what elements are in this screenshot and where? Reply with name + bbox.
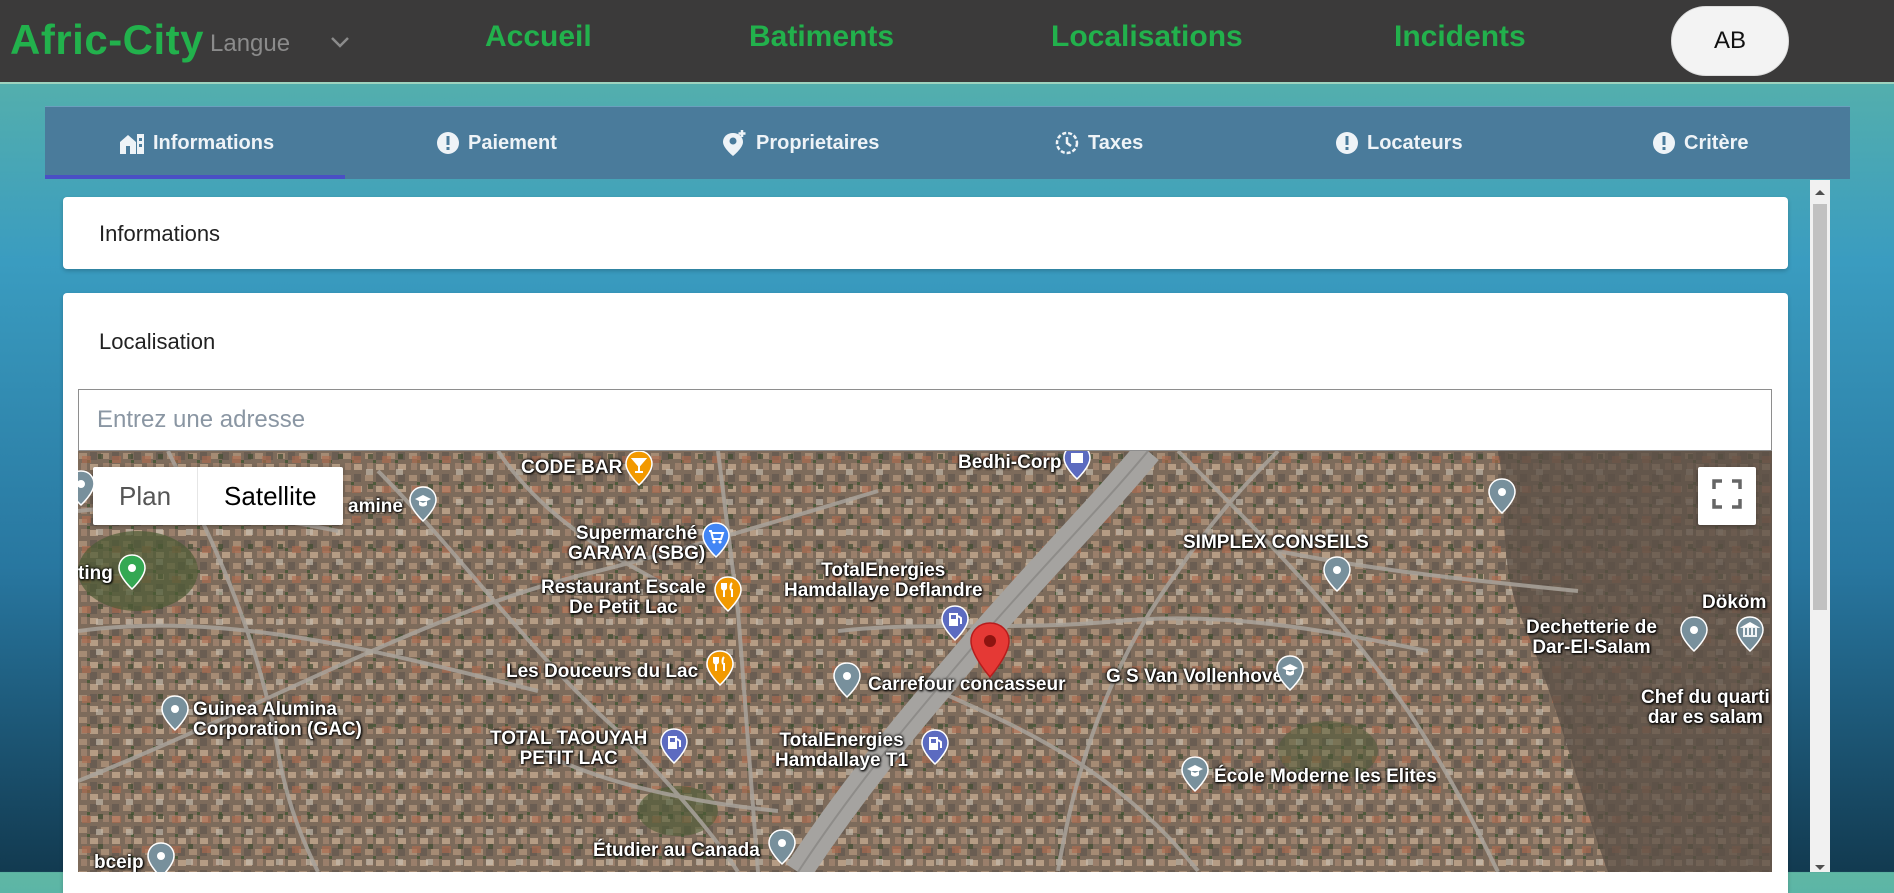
poi-label[interactable]: Supermarché GARAYA (SBG) <box>568 524 705 564</box>
alert-circle-icon <box>436 131 460 155</box>
place-icon[interactable] <box>1487 477 1517 522</box>
tab-paiement[interactable]: Paiement <box>436 107 557 179</box>
tab-label: Proprietaires <box>756 131 880 154</box>
person-pin-icon <box>722 129 748 157</box>
school-icon[interactable] <box>1275 654 1305 699</box>
school-icon[interactable] <box>1180 755 1210 800</box>
scrollbar-thumb[interactable] <box>1813 204 1827 610</box>
poi-label[interactable]: TOTAL TAOUYAH PETIT LAC <box>490 729 647 769</box>
tab-label: Paiement <box>468 131 557 154</box>
poi-label[interactable]: Chef du quarti dar es salam <box>1641 688 1770 728</box>
address-search-input[interactable] <box>78 389 1772 451</box>
poi-label[interactable]: École Moderne les Elites <box>1214 767 1437 787</box>
fullscreen-icon <box>1712 478 1742 514</box>
poi-label[interactable]: bceip <box>94 853 144 873</box>
scroll-up-arrow-icon[interactable] <box>1813 184 1827 202</box>
chevron-down-icon[interactable] <box>328 30 352 59</box>
tab-critere[interactable]: Critère <box>1652 107 1748 179</box>
place-icon[interactable] <box>160 694 190 739</box>
poi-label[interactable]: G S Van Vollenhoven <box>1106 667 1295 687</box>
brand-logo[interactable]: Afric-City <box>10 16 204 64</box>
shopping-bag-icon[interactable] <box>1062 451 1092 488</box>
gas-station-icon[interactable] <box>659 727 689 772</box>
satellite-map[interactable]: Plan Satellite CODE BAR Bedhi-Corp amine… <box>78 451 1772 872</box>
park-icon[interactable] <box>117 553 147 598</box>
localisation-title: Localisation <box>99 329 216 354</box>
language-select-label[interactable]: Langue <box>210 30 290 58</box>
restaurant-icon[interactable] <box>705 649 735 694</box>
poi-label[interactable]: Étudier au Canada <box>593 841 760 861</box>
bar-icon[interactable] <box>624 451 654 494</box>
top-navbar: Afric-City Langue Accueil Batiments Loca… <box>0 0 1894 84</box>
active-tab-indicator <box>45 175 345 179</box>
poi-label[interactable]: Carrefour concasseur <box>868 675 1065 695</box>
tab-label: Informations <box>153 131 275 154</box>
clock-history-icon <box>1054 130 1080 156</box>
alert-circle-icon <box>1335 131 1359 155</box>
place-icon[interactable] <box>1322 555 1352 600</box>
tab-proprietaires[interactable]: Proprietaires <box>722 107 879 179</box>
school-icon[interactable] <box>408 485 438 530</box>
alert-circle-icon <box>1652 131 1676 155</box>
tab-bar: Informations Paiement Proprietaires Taxe… <box>45 106 1850 179</box>
nav-incidents[interactable]: Incidents <box>1394 20 1526 54</box>
gas-station-icon[interactable] <box>920 728 950 773</box>
user-avatar[interactable]: AB <box>1671 6 1789 76</box>
poi-label[interactable]: Restaurant Escale De Petit Lac <box>541 578 706 618</box>
nav-batiments[interactable]: Batiments <box>749 20 894 54</box>
poi-label[interactable]: amine <box>348 497 403 517</box>
restaurant-icon[interactable] <box>713 575 743 620</box>
location-marker-icon[interactable] <box>969 621 1011 684</box>
building-icon <box>119 131 145 155</box>
poi-label[interactable]: SIMPLEX CONSEILS <box>1183 533 1369 553</box>
map-type-control: Plan Satellite <box>93 467 343 525</box>
tab-label: Taxes <box>1088 131 1144 154</box>
poi-label[interactable]: ting <box>78 564 113 584</box>
place-icon[interactable] <box>78 469 96 514</box>
map-type-satellite-button[interactable]: Satellite <box>197 467 343 525</box>
place-icon[interactable] <box>146 841 176 872</box>
nav-accueil[interactable]: Accueil <box>485 20 592 54</box>
poi-label[interactable]: Les Douceurs du Lac <box>506 662 698 682</box>
tab-label: Critère <box>1684 131 1749 154</box>
tab-locateurs[interactable]: Locateurs <box>1335 107 1463 179</box>
cart-icon[interactable] <box>701 521 731 566</box>
place-icon[interactable] <box>832 661 862 706</box>
poi-label[interactable]: Bedhi-Corp <box>958 453 1061 473</box>
map-type-plan-button[interactable]: Plan <box>93 467 197 525</box>
informations-card: Informations <box>63 197 1788 269</box>
poi-label[interactable]: TotalEnergies Hamdallaye Deflandre <box>784 561 983 601</box>
poi-label[interactable]: CODE BAR <box>521 458 622 478</box>
tab-label: Locateurs <box>1367 131 1463 154</box>
gas-station-icon[interactable] <box>940 604 970 649</box>
poi-label[interactable]: Dököm <box>1702 593 1766 613</box>
tab-taxes[interactable]: Taxes <box>1054 107 1143 179</box>
museum-icon[interactable] <box>1735 615 1765 660</box>
poi-label[interactable]: Guinea Alumina Corporation (GAC) <box>193 700 362 740</box>
place-icon[interactable] <box>767 828 797 872</box>
nav-localisations[interactable]: Localisations <box>1051 20 1243 54</box>
tab-informations[interactable]: Informations <box>119 107 274 179</box>
fullscreen-button[interactable] <box>1698 467 1756 525</box>
poi-label[interactable]: Dechetterie de Dar-El-Salam <box>1526 618 1657 658</box>
poi-label[interactable]: TotalEnergies Hamdallaye T1 <box>775 731 908 771</box>
place-icon[interactable] <box>1679 615 1709 660</box>
scroll-down-arrow-icon[interactable] <box>1813 860 1827 878</box>
informations-title: Informations <box>99 221 221 246</box>
